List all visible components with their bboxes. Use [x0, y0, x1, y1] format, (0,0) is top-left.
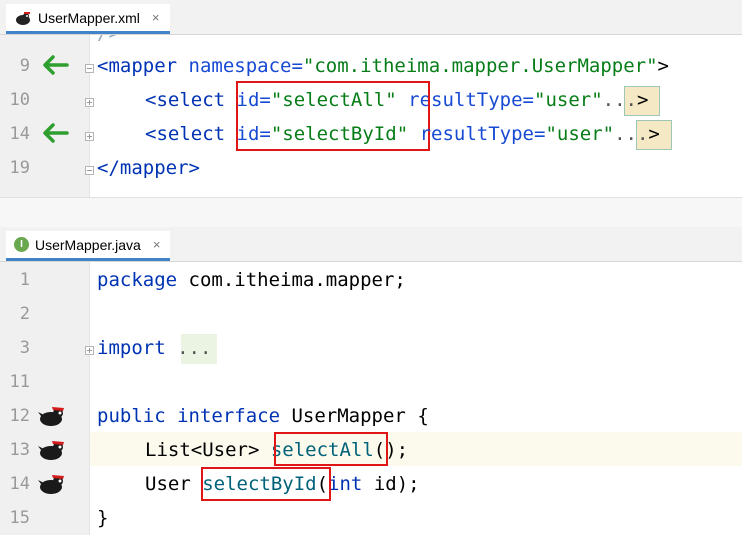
- mybatis-bird-icon: [16, 11, 30, 25]
- code-line: import ...: [97, 337, 212, 359]
- method-highlight-box: [274, 432, 388, 466]
- method-highlight-box: [201, 467, 331, 501]
- code-line: }: [97, 507, 109, 529]
- code-line: <select id="selectById" resultType="user…: [145, 123, 660, 145]
- mybatis-navigate-icon[interactable]: [38, 438, 68, 462]
- close-icon[interactable]: ×: [153, 237, 161, 252]
- mybatis-navigate-icon[interactable]: [38, 472, 68, 496]
- fold-marker-icon[interactable]: [85, 64, 94, 73]
- tab-label: UserMapper.xml: [38, 9, 140, 26]
- pane-separator: [0, 197, 742, 227]
- fold-marker-icon[interactable]: [85, 166, 94, 175]
- line-number: 15: [9, 508, 30, 528]
- partial-code-line: />: [97, 35, 120, 44]
- fold-expand-icon[interactable]: [85, 132, 94, 141]
- line-number: 9: [19, 56, 30, 76]
- interface-icon: I: [14, 237, 29, 252]
- close-icon[interactable]: ×: [152, 10, 160, 25]
- mybatis-navigate-icon[interactable]: [38, 404, 68, 428]
- code-line: </mapper>: [97, 157, 200, 179]
- code-line: <mapper namespace="com.itheima.mapper.Us…: [97, 55, 669, 77]
- line-number: 2: [19, 304, 30, 324]
- line-number: 14: [9, 124, 30, 144]
- line-number: 10: [9, 90, 30, 110]
- line-number: 14: [9, 474, 30, 494]
- xml-editor[interactable]: /> 9 10 14 19 <mapper namespace="com.ith…: [0, 35, 742, 197]
- fold-expand-icon[interactable]: [85, 98, 94, 107]
- line-number: 13: [9, 440, 30, 460]
- xml-tab-bar: UserMapper.xml ×: [0, 0, 742, 35]
- line-number: 11: [9, 372, 30, 392]
- line-number: 12: [9, 406, 30, 426]
- line-number: 3: [19, 338, 30, 358]
- line-number: 1: [19, 270, 30, 290]
- tab-usermapper-xml[interactable]: UserMapper.xml ×: [6, 4, 170, 34]
- navigate-to-method-arrow-icon[interactable]: [40, 121, 70, 145]
- java-editor[interactable]: 1 2 3 11 12 13 14 15 package com.itheima…: [0, 262, 742, 535]
- java-tab-bar: I UserMapper.java ×: [0, 227, 742, 262]
- line-number: 19: [9, 158, 30, 178]
- navigate-to-interface-arrow-icon[interactable]: [40, 53, 70, 77]
- tab-usermapper-java[interactable]: I UserMapper.java ×: [6, 231, 171, 261]
- code-line: public interface UserMapper {: [97, 405, 429, 427]
- tab-label: UserMapper.java: [35, 236, 141, 253]
- code-line: package com.itheima.mapper;: [97, 269, 406, 291]
- fold-expand-icon[interactable]: [85, 346, 94, 355]
